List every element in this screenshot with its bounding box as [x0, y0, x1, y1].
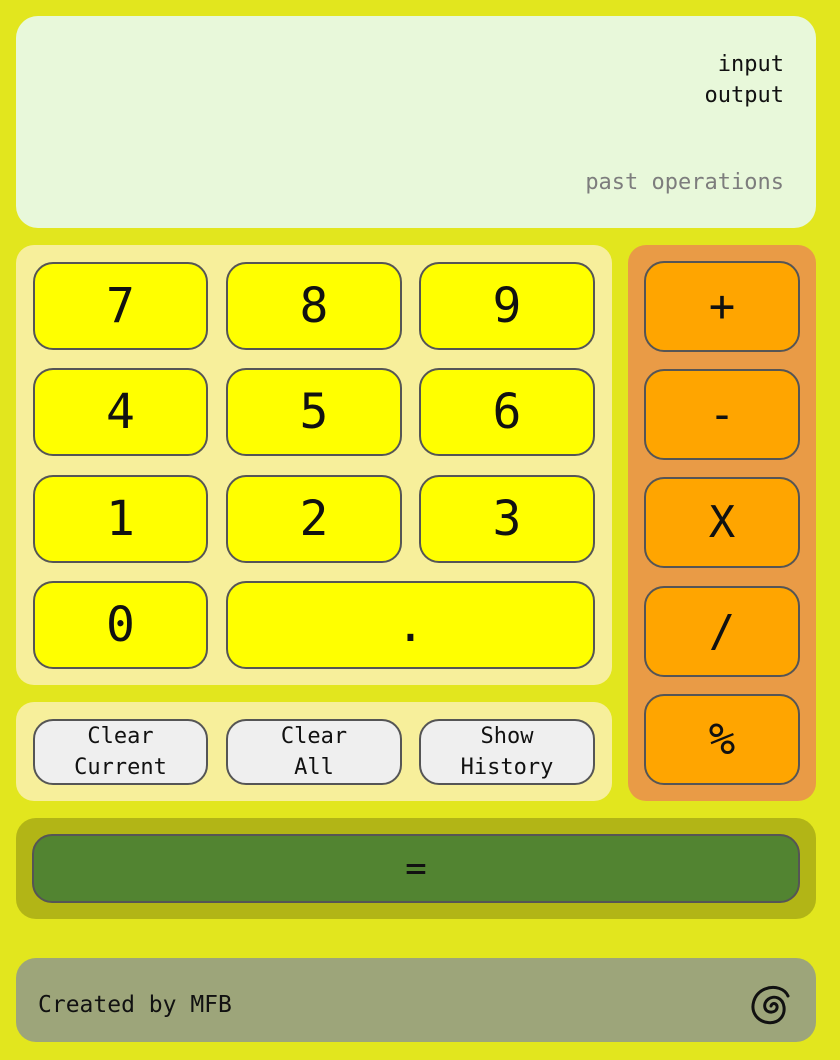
input-line: input	[717, 52, 784, 77]
percent-button[interactable]: %	[644, 694, 800, 785]
digit-0-button[interactable]: 0	[33, 581, 208, 669]
digit-4-button[interactable]: 4	[33, 368, 208, 456]
digit-1-button[interactable]: 1	[33, 475, 208, 563]
divide-button[interactable]: /	[644, 586, 800, 677]
subtract-button[interactable]: -	[644, 369, 800, 460]
digit-8-button[interactable]: 8	[226, 262, 402, 350]
calculator-display: input output past operations	[16, 16, 816, 228]
operator-panel: + - X / %	[628, 245, 816, 801]
multiply-button[interactable]: X	[644, 477, 800, 568]
footer: Created by MFB	[16, 958, 816, 1042]
credit-text: Created by MFB	[38, 992, 232, 1018]
clear-current-button[interactable]: Clear Current	[33, 719, 208, 785]
output-line: output	[704, 83, 784, 108]
digit-5-button[interactable]: 5	[226, 368, 402, 456]
number-keypad: 7 8 9 4 5 6 1 2 3 0 .	[16, 245, 612, 685]
digit-9-button[interactable]: 9	[419, 262, 595, 350]
digit-6-button[interactable]: 6	[419, 368, 595, 456]
clear-all-button[interactable]: Clear All	[226, 719, 402, 785]
equals-button[interactable]: =	[32, 834, 800, 903]
show-history-button[interactable]: Show History	[419, 719, 595, 785]
decimal-point-button[interactable]: .	[226, 581, 595, 669]
digit-7-button[interactable]: 7	[33, 262, 208, 350]
digit-2-button[interactable]: 2	[226, 475, 402, 563]
add-button[interactable]: +	[644, 261, 800, 352]
swirl-icon	[751, 985, 790, 1025]
control-panel: Clear Current Clear All Show History	[16, 702, 612, 801]
history-line: past operations	[585, 170, 784, 195]
digit-3-button[interactable]: 3	[419, 475, 595, 563]
equals-panel: =	[16, 818, 816, 919]
